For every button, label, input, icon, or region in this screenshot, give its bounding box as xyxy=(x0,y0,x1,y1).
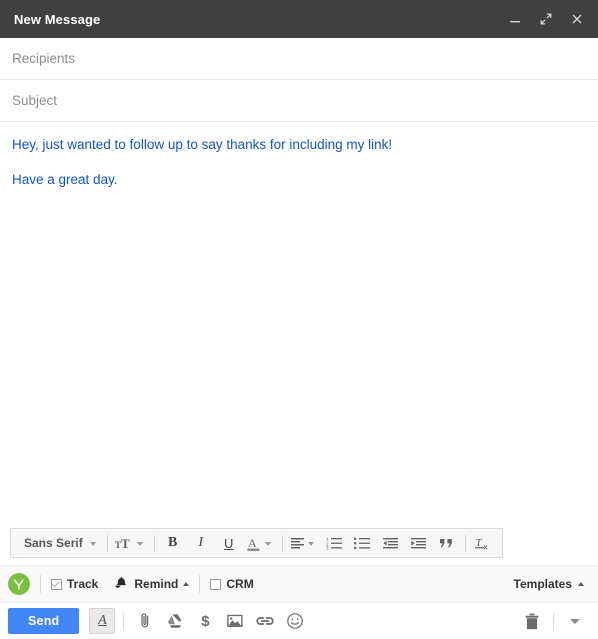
bulleted-list-button[interactable] xyxy=(349,530,377,556)
chevron-down-icon xyxy=(264,542,271,546)
toolbar-divider xyxy=(106,534,108,552)
attach-files-button[interactable] xyxy=(132,608,158,634)
message-body[interactable]: Hey, just wanted to follow up to say tha… xyxy=(0,122,598,520)
remind-button[interactable]: Remind xyxy=(114,577,190,591)
font-family-label: Sans Serif xyxy=(24,536,83,550)
formatting-options-button[interactable]: A xyxy=(89,608,116,634)
indent-more-button[interactable] xyxy=(405,530,433,556)
compose-window: New Message Hey, just want xyxy=(0,0,598,639)
svg-text:A: A xyxy=(248,536,257,550)
templates-button[interactable]: Templates xyxy=(514,577,588,591)
compose-title-bar: New Message xyxy=(0,0,598,38)
text-color-button[interactable]: A xyxy=(243,530,278,556)
plugin-divider xyxy=(199,575,201,593)
svg-text:3: 3 xyxy=(326,546,329,550)
svg-text:x: x xyxy=(484,545,488,551)
svg-text:T: T xyxy=(121,536,130,551)
more-options-button[interactable] xyxy=(562,608,588,634)
toolbar-divider xyxy=(281,534,283,552)
chevron-down-icon xyxy=(307,542,314,546)
image-icon xyxy=(226,613,244,629)
underline-button[interactable]: U xyxy=(215,530,243,556)
yesware-logo[interactable] xyxy=(8,573,30,595)
minimize-icon[interactable] xyxy=(506,10,524,28)
body-paragraph: Have a great day. xyxy=(12,172,118,188)
crm-label: CRM xyxy=(226,577,254,591)
crm-checkbox[interactable] xyxy=(210,578,222,590)
formatting-toolbar-container: Sans Serif T T B I U A 1 2 3 T x xyxy=(0,520,598,565)
yesware-plugin-bar: Track Remind CRM Templates xyxy=(0,565,598,603)
bell-icon xyxy=(114,577,129,591)
send-button[interactable]: Send xyxy=(8,608,80,634)
subject-row[interactable] xyxy=(0,80,598,122)
window-title: New Message xyxy=(14,11,101,27)
formatting-toolbar: Sans Serif T T B I U A 1 2 3 T x xyxy=(10,528,503,558)
emoji-icon xyxy=(286,612,304,630)
paperclip-icon xyxy=(136,612,154,630)
recipients-input[interactable] xyxy=(12,51,586,66)
track-toggle[interactable]: Track xyxy=(51,577,98,591)
remind-label: Remind xyxy=(134,577,179,591)
align-button[interactable] xyxy=(287,530,321,556)
chevron-down-icon xyxy=(89,542,96,546)
insert-photo-button[interactable] xyxy=(222,608,248,634)
google-drive-icon xyxy=(166,613,184,629)
action-divider xyxy=(553,612,554,630)
font-size-button[interactable]: T T xyxy=(112,530,150,556)
bold-button[interactable]: B xyxy=(159,530,187,556)
body-paragraph: Hey, just wanted to follow up to say tha… xyxy=(12,137,393,152)
plugin-divider xyxy=(40,575,41,593)
expand-icon[interactable] xyxy=(537,10,555,28)
track-checkbox[interactable] xyxy=(51,578,62,590)
track-label: Track xyxy=(67,577,99,591)
chevron-up-icon xyxy=(183,582,190,586)
insert-link-button[interactable] xyxy=(252,608,278,634)
chevron-down-icon xyxy=(570,618,580,624)
numbered-list-button[interactable]: 1 2 3 xyxy=(321,530,349,556)
link-icon xyxy=(255,615,275,627)
insert-emoji-button[interactable] xyxy=(282,608,308,634)
chevron-up-icon xyxy=(578,582,584,586)
insert-money-button[interactable]: $ xyxy=(192,608,218,634)
action-divider xyxy=(123,612,125,630)
quote-button[interactable] xyxy=(433,530,461,556)
templates-label: Templates xyxy=(513,577,572,591)
discard-draft-button[interactable] xyxy=(519,608,545,634)
subject-input[interactable] xyxy=(12,93,586,108)
compose-action-bar: Send A $ xyxy=(0,603,598,639)
close-icon[interactable] xyxy=(568,10,586,28)
window-controls xyxy=(506,10,586,28)
trash-icon xyxy=(524,613,540,630)
indent-less-button[interactable] xyxy=(377,530,405,556)
italic-button[interactable]: I xyxy=(187,530,215,556)
toolbar-divider xyxy=(153,534,155,552)
insert-drive-button[interactable] xyxy=(162,608,188,634)
remove-formatting-button[interactable]: T x xyxy=(470,530,498,556)
toolbar-divider xyxy=(464,534,466,552)
crm-toggle[interactable]: CRM xyxy=(210,577,254,591)
recipients-row[interactable] xyxy=(0,38,598,80)
font-family-selector[interactable]: Sans Serif xyxy=(15,530,103,556)
chevron-down-icon xyxy=(136,542,143,546)
